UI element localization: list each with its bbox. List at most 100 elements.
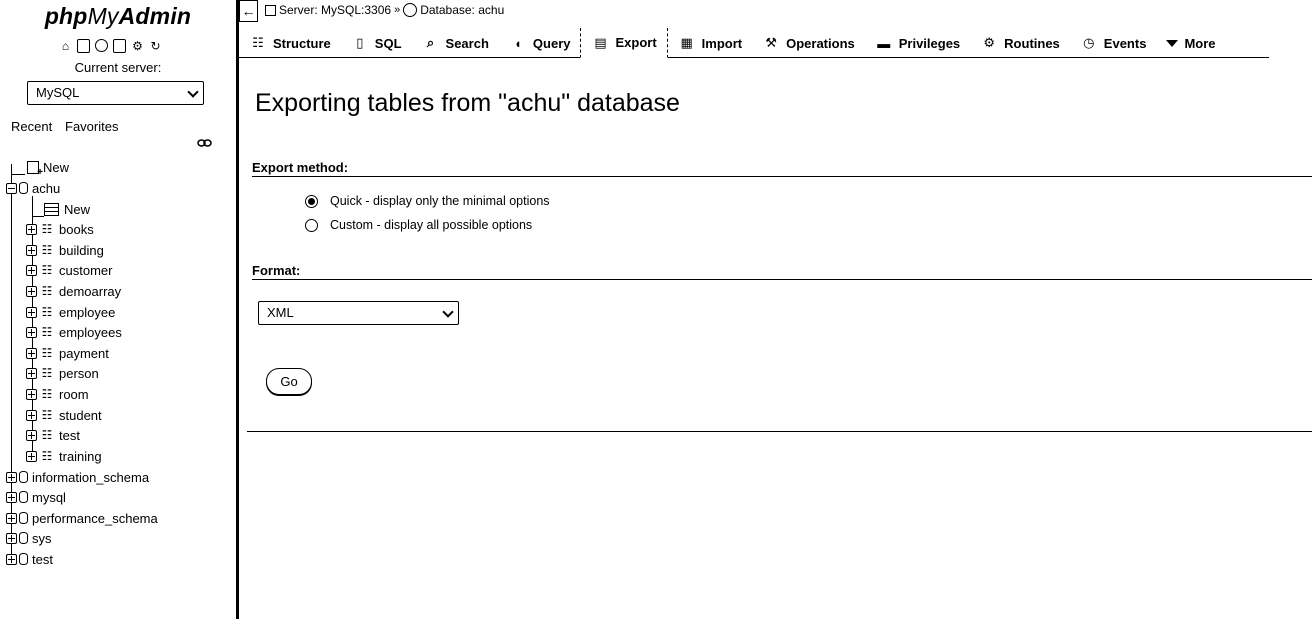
tab-operations[interactable]: ⚒ Operations [752, 28, 865, 58]
expand-icon[interactable] [6, 512, 17, 524]
expand-icon[interactable] [26, 367, 37, 379]
collapse-icon[interactable] [6, 182, 17, 194]
structure-icon: ☷ [252, 35, 264, 50]
tree-table[interactable]: ☷ training [26, 446, 102, 466]
events-icon: ◷ [1083, 35, 1095, 50]
reload-icon[interactable]: ↻ [148, 38, 163, 53]
expand-icon[interactable] [26, 347, 37, 359]
new-table-icon [44, 202, 59, 216]
current-server-label: Current server: [74, 60, 162, 75]
tree-db-test[interactable]: test [6, 549, 53, 569]
table-icon: ☷ [41, 428, 53, 442]
tab-export[interactable]: ▤ Export [580, 28, 668, 58]
expand-icon[interactable] [26, 244, 37, 256]
expand-icon[interactable] [26, 264, 37, 276]
tab-more[interactable]: More [1156, 28, 1225, 58]
expand-icon[interactable] [26, 285, 37, 297]
tree-table[interactable]: ☷ test [26, 425, 80, 445]
tree-db-information-schema[interactable]: information_schema [6, 467, 149, 487]
expand-icon[interactable] [6, 471, 17, 483]
format-label: Format: [252, 263, 301, 278]
recent-link[interactable]: Recent [11, 119, 52, 134]
tab-privileges[interactable]: ▬ Privileges [865, 28, 970, 58]
format-select[interactable]: XML [258, 301, 459, 325]
expand-icon[interactable] [26, 429, 37, 441]
tree-db-mysql[interactable]: mysql [6, 487, 66, 507]
operations-icon: ⚒ [765, 35, 777, 50]
settings-icon[interactable]: ⚙ [130, 38, 145, 53]
table-icon: ☷ [41, 408, 53, 422]
expand-icon[interactable] [26, 450, 37, 462]
export-method-label: Export method: [252, 160, 349, 175]
link-icon[interactable] [197, 139, 212, 147]
tree-table[interactable]: ☷ customer [26, 260, 112, 280]
expand-icon[interactable] [26, 388, 37, 400]
breadcrumb-separator-icon: » [394, 4, 401, 16]
expand-icon[interactable] [6, 532, 17, 544]
tree-db-achu[interactable]: achu [6, 178, 60, 198]
tree-table[interactable]: ☷ student [26, 405, 102, 425]
tree-table[interactable]: ☷ payment [26, 343, 109, 363]
tree-table[interactable]: ☷ person [26, 363, 99, 383]
expand-icon[interactable] [6, 491, 17, 503]
breadcrumb-database[interactable]: Database: achu [420, 3, 504, 17]
tree-table[interactable]: ☷ employee [26, 302, 115, 322]
tree-table[interactable]: ☷ building [26, 240, 104, 260]
docs-icon[interactable] [112, 38, 127, 53]
expand-icon[interactable] [26, 306, 37, 318]
favorites-link[interactable]: Favorites [65, 119, 118, 134]
export-icon: ▤ [594, 34, 607, 50]
navigation-panel: phpMyAdmin ⌂ ⚙ ↻ Current server: MySQL R… [0, 0, 236, 619]
caret-down-icon [1166, 39, 1179, 47]
quick-radio[interactable] [305, 194, 318, 208]
collapse-nav-button[interactable]: ← [239, 0, 258, 22]
tab-import[interactable]: ▦ Import [668, 28, 752, 58]
table-icon: ☷ [41, 263, 53, 277]
tree-new-database[interactable]: New [25, 157, 69, 178]
tree-table[interactable]: ☷ room [26, 384, 89, 404]
phpmyadmin-logo[interactable]: phpMyAdmin [0, 3, 236, 30]
go-button[interactable]: Go [266, 368, 312, 395]
custom-radio[interactable] [305, 218, 318, 232]
divider [252, 176, 1312, 177]
new-database-icon [27, 160, 43, 178]
tab-search[interactable]: ⌕ Search [412, 28, 499, 58]
expand-icon[interactable] [26, 223, 37, 235]
server-icon [265, 4, 276, 16]
tab-events[interactable]: ◷ Events [1070, 28, 1157, 58]
exit-icon[interactable] [76, 38, 91, 53]
search-icon: ⌕ [426, 35, 435, 50]
table-icon: ☷ [41, 449, 53, 463]
tree-table[interactable]: ☷ books [26, 219, 94, 239]
tab-structure[interactable]: ☷ Structure [239, 28, 341, 58]
table-icon: ☷ [41, 387, 53, 401]
expand-icon[interactable] [26, 409, 37, 421]
tab-sql[interactable]: ▯ SQL [341, 28, 412, 58]
tab-query[interactable]: ◖ Query [499, 28, 581, 58]
server-select[interactable]: MySQL [27, 81, 204, 105]
expand-icon[interactable] [26, 326, 37, 338]
breadcrumb-server[interactable]: Server: MySQL:3306 [279, 3, 391, 17]
tree-table[interactable]: ☷ employees [26, 322, 122, 342]
main-panel: ← Server: MySQL:3306 » Database: achu ☷ S… [239, 0, 1312, 619]
database-icon [19, 182, 28, 194]
home-icon[interactable]: ⌂ [58, 38, 73, 53]
sql-icon: ▯ [356, 35, 364, 50]
breadcrumb: Server: MySQL:3306 » Database: achu [265, 3, 504, 17]
database-icon [19, 491, 28, 503]
database-icon [403, 3, 418, 17]
tree-db-performance-schema[interactable]: performance_schema [6, 508, 158, 528]
tree-table[interactable]: ☷ demoarray [26, 281, 121, 301]
expand-icon[interactable] [6, 553, 17, 565]
help-icon[interactable] [94, 38, 109, 53]
divider [247, 431, 1312, 432]
tree-db-sys[interactable]: sys [6, 528, 52, 548]
custom-export-option[interactable]: Custom - display all possible options [305, 218, 532, 232]
divider [252, 279, 1312, 280]
tab-routines[interactable]: ⚙ Routines [970, 28, 1070, 58]
tree-new-table[interactable]: New [44, 199, 90, 219]
nav-icon-bar: ⌂ ⚙ ↻ [58, 38, 163, 53]
database-icon [19, 471, 28, 483]
quick-export-option[interactable]: Quick - display only the minimal options [305, 194, 550, 208]
top-tabs: ☷ Structure ▯ SQL ⌕ Search ◖ Query ▤ Export ▦… [239, 28, 1269, 58]
